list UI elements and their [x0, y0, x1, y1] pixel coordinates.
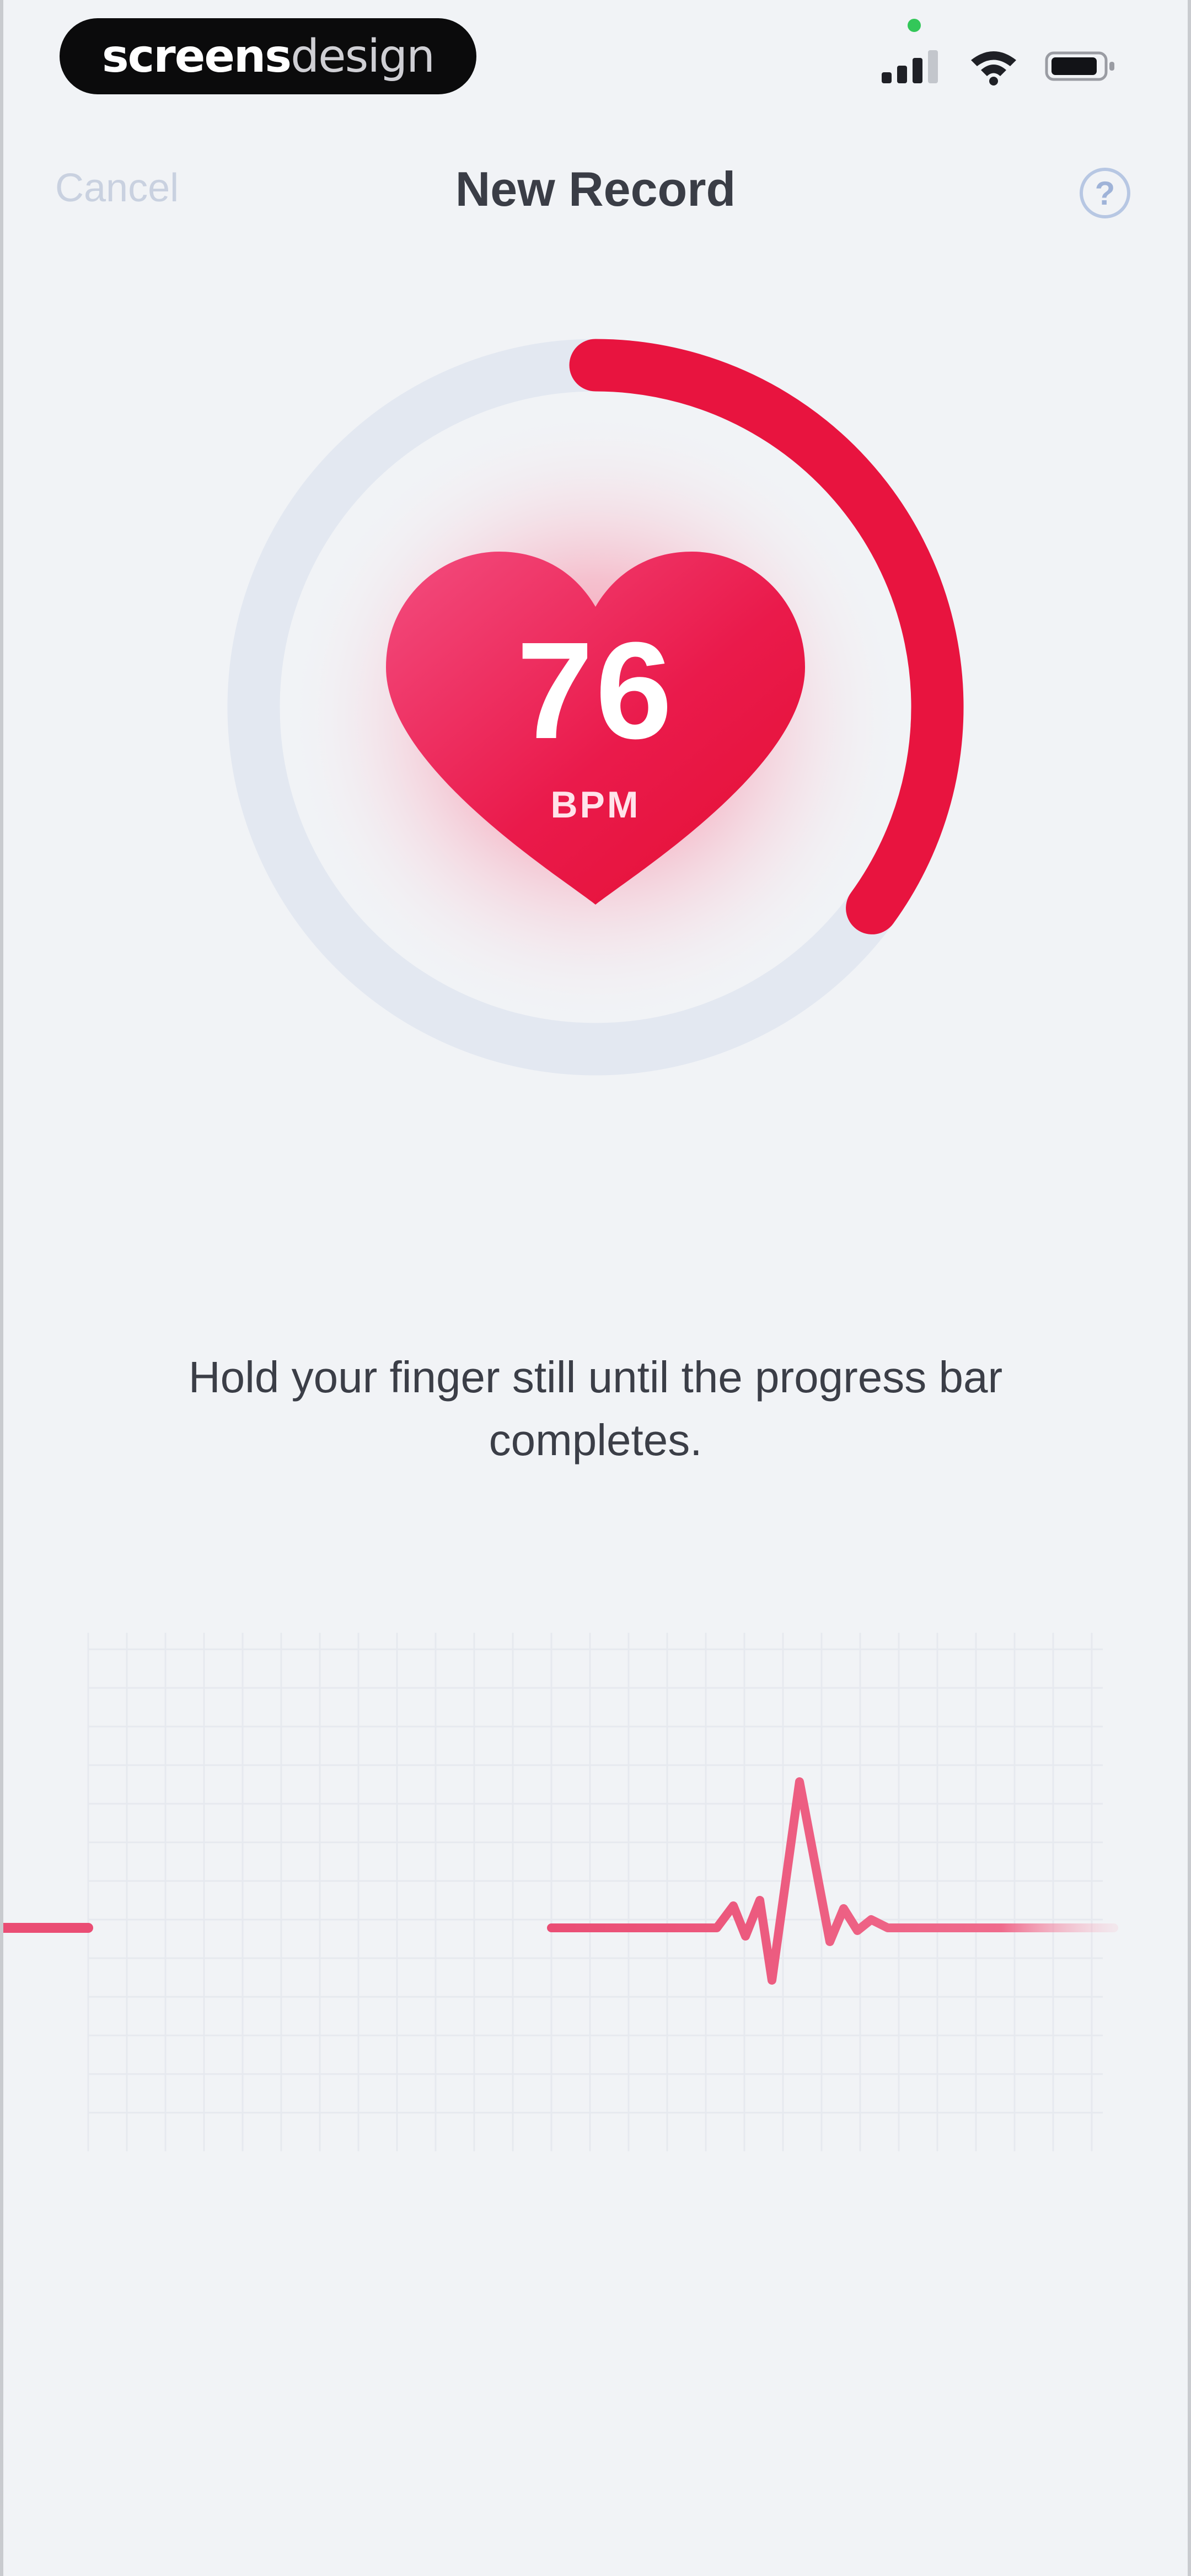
ecg-graph — [0, 1633, 1118, 2151]
device-frame-left — [0, 0, 3, 2576]
device-frame-right — [1188, 0, 1191, 2576]
bpm-value: 76 — [516, 613, 675, 767]
heart-rate-record-screen: screens design Cancel New Record ? 76 BP… — [0, 0, 1191, 2576]
instruction-text: Hold your finger still until the progres… — [188, 1353, 1003, 1465]
bpm-unit-label: BPM — [550, 784, 641, 826]
progress-ring — [227, 339, 964, 1076]
ecg-grid — [87, 1633, 1103, 2151]
